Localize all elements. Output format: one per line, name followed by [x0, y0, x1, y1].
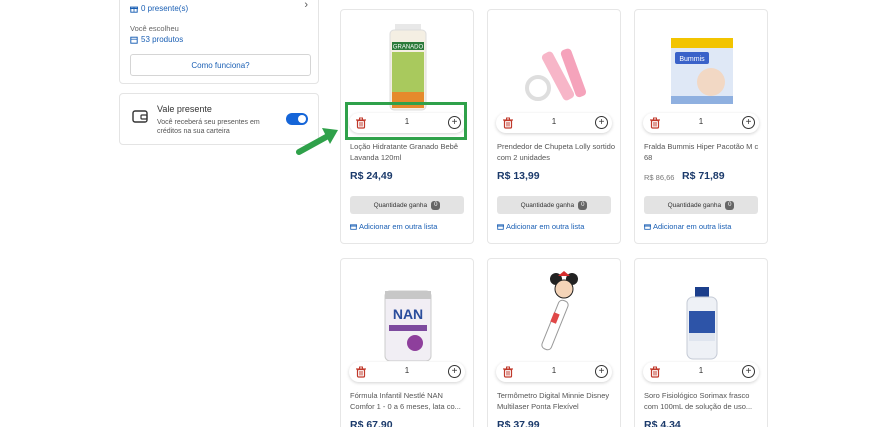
product-card: 1 + Termômetro Digital Minnie Disney Mul…: [487, 258, 621, 427]
product-price: R$ 4,34: [644, 419, 681, 427]
product-image: [525, 48, 587, 101]
quantity-stepper: 1 +: [496, 113, 612, 133]
trash-icon[interactable]: [355, 366, 367, 378]
gift-icon: [350, 224, 357, 230]
plus-icon[interactable]: +: [595, 116, 608, 129]
product-card: Bummis 1 + Fralda Bummis Hiper Pacotão M…: [634, 9, 768, 244]
quantity-won-bar: Quantidade ganha 0: [497, 196, 611, 214]
plus-icon[interactable]: +: [742, 365, 755, 378]
product-card: 1 + Soro Fisiológico Sorimax frasco com …: [634, 258, 768, 427]
product-price: R$ 37,99: [497, 419, 540, 427]
product-name: Soro Fisiológico Sorimax frasco com 100m…: [644, 391, 753, 411]
won-count-badge: 0: [578, 200, 588, 210]
trash-icon[interactable]: [649, 366, 661, 378]
calendar-icon: [130, 36, 138, 44]
plus-icon[interactable]: +: [448, 116, 461, 129]
plus-icon[interactable]: +: [742, 116, 755, 129]
product-name: Termômetro Digital Minnie Disney Multila…: [497, 391, 610, 411]
product-price: R$ 24,49: [350, 170, 393, 182]
chevron-right-icon[interactable]: ›: [304, 0, 308, 11]
product-image-label: GRANADO: [393, 45, 424, 51]
how-it-works-button[interactable]: Como funciona?: [130, 54, 311, 76]
product-image: NAN: [384, 290, 432, 361]
quantity-stepper: 1 +: [496, 362, 612, 382]
gift-count-text: 0 presente(s): [141, 4, 189, 13]
plus-icon[interactable]: +: [448, 365, 461, 378]
quantity-value[interactable]: 1: [687, 117, 715, 126]
quantity-stepper: 1 +: [643, 362, 759, 382]
trash-icon[interactable]: [502, 117, 514, 129]
product-card: GRANADO 1 + Loção Hidratante Granado Beb…: [340, 9, 474, 244]
product-image: [686, 287, 718, 360]
quantity-value[interactable]: 1: [393, 366, 421, 375]
product-price: R$ 71,89: [682, 170, 725, 182]
add-to-other-list-link[interactable]: Adicionar em outra lista: [644, 222, 731, 231]
add-to-other-list-link[interactable]: Adicionar em outra lista: [497, 222, 584, 231]
product-image-label: NAN: [393, 306, 423, 322]
chose-label: Você escolheu: [130, 24, 179, 33]
gift-count-link[interactable]: 0 presente(s): [130, 4, 188, 13]
trash-icon[interactable]: [649, 117, 661, 129]
plus-icon[interactable]: +: [595, 365, 608, 378]
product-price: R$ 67,90: [350, 419, 393, 427]
voucher-toggle[interactable]: [286, 113, 308, 125]
gift-summary-card: 0 presente(s) › Você escolheu 53 produto…: [119, 0, 319, 84]
gift-icon: [644, 224, 651, 230]
product-image: GRANADO: [389, 24, 427, 111]
quantity-value[interactable]: 1: [540, 117, 568, 126]
trash-icon[interactable]: [355, 117, 367, 129]
product-image: [541, 271, 578, 351]
voucher-description: Você receberá seu presentes em créditos …: [157, 119, 260, 135]
won-count-badge: 0: [431, 200, 441, 210]
add-to-other-list-link[interactable]: Adicionar em outra lista: [350, 222, 437, 231]
trash-icon[interactable]: [502, 366, 514, 378]
product-card: NAN 1 + Fórmula Infantil Nestlé NAN Comf…: [340, 258, 474, 427]
quantity-stepper: 1 +: [349, 362, 465, 382]
quantity-stepper: 1 +: [349, 113, 465, 133]
products-count-link[interactable]: 53 produtos: [130, 35, 183, 44]
arrow-icon: [296, 128, 338, 155]
gift-icon: [497, 224, 504, 230]
product-name: Fralda Bummis Hiper Pacotão M c 68: [644, 142, 759, 162]
quantity-stepper: 1 +: [643, 113, 759, 133]
voucher-title: Vale presente: [157, 104, 212, 114]
product-name: Prendedor de Chupeta Lolly sortido com 2…: [497, 142, 615, 162]
wallet-icon: [132, 110, 148, 123]
won-label: Quantidade ganha: [373, 201, 428, 209]
gift-voucher-card: Vale presente Você receberá seu presente…: [119, 93, 319, 145]
quantity-value[interactable]: 1: [393, 117, 421, 126]
product-name: Fórmula Infantil Nestlé NAN Comfor 1 - 0…: [350, 391, 461, 411]
product-price: R$ 13,99: [497, 170, 540, 182]
quantity-value[interactable]: 1: [540, 366, 568, 375]
product-name: Loção Hidratante Granado Bebê Lavanda 12…: [350, 142, 458, 162]
won-count-badge: 0: [725, 200, 735, 210]
quantity-won-bar: Quantidade ganha 0: [350, 196, 464, 214]
product-old-price: R$ 86,66: [644, 173, 675, 182]
product-image: Bummis: [671, 38, 733, 104]
product-card: 1 + Prendedor de Chupeta Lolly sortido c…: [487, 9, 621, 244]
won-label: Quantidade ganha: [667, 201, 722, 209]
won-label: Quantidade ganha: [520, 201, 575, 209]
product-image-label: Bummis: [679, 56, 705, 63]
quantity-value[interactable]: 1: [687, 366, 715, 375]
gift-icon: [130, 6, 138, 13]
products-count-text: 53 produtos: [141, 35, 184, 44]
quantity-won-bar: Quantidade ganha 0: [644, 196, 758, 214]
